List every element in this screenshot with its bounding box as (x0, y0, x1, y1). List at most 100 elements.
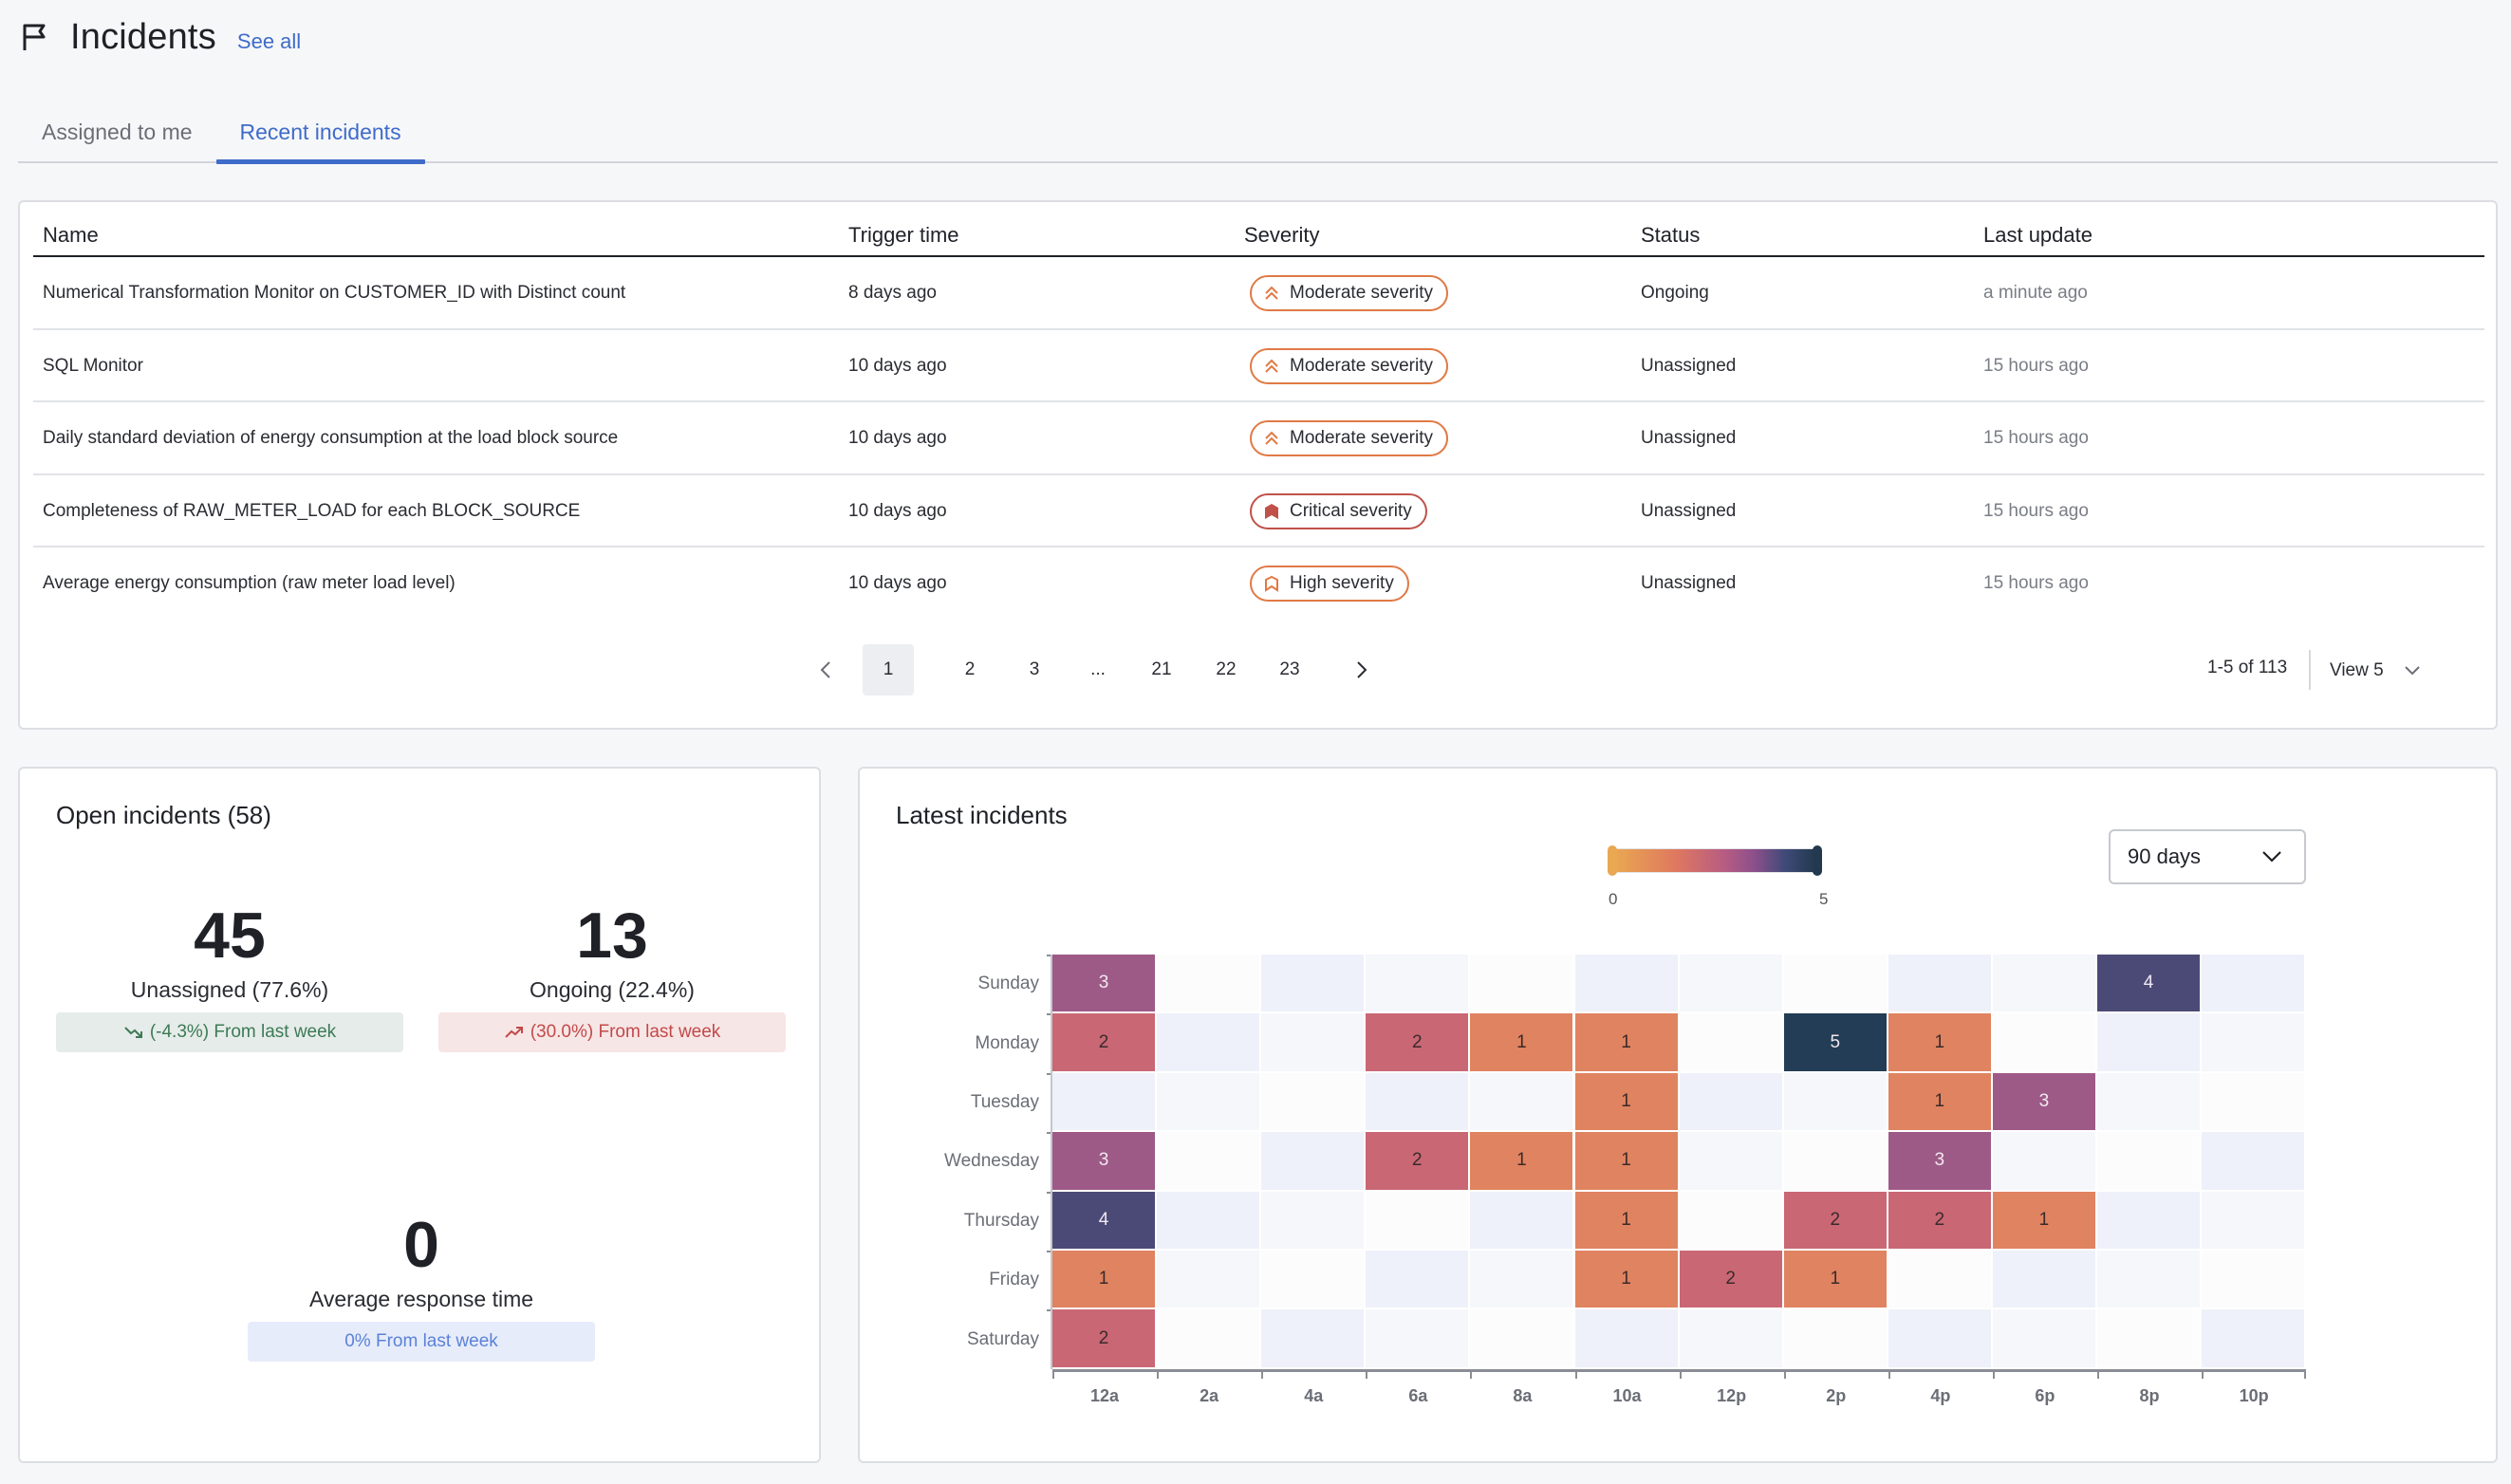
heatmap-empty-cell[interactable] (1679, 955, 1782, 1012)
page-button[interactable]: 23 (1264, 644, 1315, 696)
heatmap-empty-cell[interactable] (1261, 1191, 1365, 1249)
heatmap-cell[interactable]: 1 (1992, 1191, 2095, 1249)
heatmap-empty-cell[interactable] (1992, 955, 2095, 1012)
heatmap-cell[interactable]: 2 (1366, 1132, 1469, 1190)
heatmap-empty-cell[interactable] (1783, 955, 1887, 1012)
heatmap-empty-cell[interactable] (1261, 1072, 1365, 1131)
heatmap-cell[interactable]: 2 (1783, 1191, 1887, 1249)
heatmap-empty-cell[interactable] (1366, 1191, 1469, 1249)
heatmap-empty-cell[interactable] (2202, 955, 2305, 1012)
heatmap-empty-cell[interactable] (1992, 1132, 2095, 1190)
heatmap-empty-cell[interactable] (1679, 1191, 1782, 1249)
heatmap-empty-cell[interactable] (2202, 1013, 2305, 1071)
heatmap-cell[interactable]: 3 (1992, 1072, 2095, 1131)
heatmap-empty-cell[interactable] (1679, 1072, 1782, 1131)
heatmap-empty-cell[interactable] (1052, 1072, 1156, 1131)
page-size-select[interactable]: View 5 (2330, 652, 2420, 690)
table-row[interactable]: Average energy consumption (raw meter lo… (33, 547, 2484, 621)
column-header-last-update[interactable]: Last update (1983, 223, 2092, 248)
heatmap-empty-cell[interactable] (1679, 1309, 1782, 1367)
heatmap-cell[interactable]: 4 (1052, 1191, 1156, 1249)
heatmap-empty-cell[interactable] (2097, 1132, 2201, 1190)
heatmap-empty-cell[interactable] (1888, 955, 1991, 1012)
heatmap-empty-cell[interactable] (1157, 1191, 1260, 1249)
heatmap-empty-cell[interactable] (1574, 1309, 1678, 1367)
heatmap-empty-cell[interactable] (1157, 1132, 1260, 1190)
see-all-link[interactable]: See all (237, 29, 301, 54)
incident-name[interactable]: Completeness of RAW_METER_LOAD for each … (43, 475, 580, 547)
heatmap-cell[interactable]: 5 (1783, 1013, 1887, 1071)
heatmap-empty-cell[interactable] (1157, 1072, 1260, 1131)
heatmap-cell[interactable]: 4 (2097, 955, 2201, 1012)
heatmap-empty-cell[interactable] (1574, 955, 1678, 1012)
heatmap-empty-cell[interactable] (1783, 1309, 1887, 1367)
heatmap-cell[interactable]: 1 (1574, 1251, 1678, 1308)
page-button[interactable]: 21 (1136, 644, 1187, 696)
column-header-name[interactable]: Name (43, 223, 99, 248)
heatmap-cell[interactable]: 1 (1888, 1013, 1991, 1071)
heatmap-cell[interactable]: 1 (1574, 1191, 1678, 1249)
incident-name[interactable]: SQL Monitor (43, 330, 143, 402)
heatmap-cell[interactable]: 1 (1574, 1132, 1678, 1190)
heatmap-cell[interactable]: 2 (1052, 1013, 1156, 1071)
heatmap-empty-cell[interactable] (1679, 1013, 1782, 1071)
heatmap-empty-cell[interactable] (1470, 955, 1573, 1012)
page-button[interactable]: 1 (863, 644, 914, 696)
heatmap-empty-cell[interactable] (1783, 1072, 1887, 1131)
heatmap-empty-cell[interactable] (2097, 1013, 2201, 1071)
heatmap-empty-cell[interactable] (1261, 955, 1365, 1012)
incident-name[interactable]: Daily standard deviation of energy consu… (43, 402, 618, 474)
heatmap-empty-cell[interactable] (1366, 1251, 1469, 1308)
heatmap-empty-cell[interactable] (1679, 1132, 1782, 1190)
heatmap-cell[interactable]: 1 (1574, 1013, 1678, 1071)
incident-name[interactable]: Numerical Transformation Monitor on CUST… (43, 257, 625, 329)
heatmap-cell[interactable]: 3 (1052, 1132, 1156, 1190)
heatmap-cell[interactable]: 1 (1783, 1251, 1887, 1308)
heatmap-empty-cell[interactable] (2202, 1132, 2305, 1190)
heatmap-empty-cell[interactable] (1992, 1309, 2095, 1367)
heatmap-empty-cell[interactable] (1366, 1309, 1469, 1367)
heatmap-empty-cell[interactable] (1470, 1251, 1573, 1308)
heatmap-empty-cell[interactable] (2097, 1072, 2201, 1131)
heatmap-cell[interactable]: 1 (1574, 1072, 1678, 1131)
time-range-select[interactable]: 90 days (2109, 829, 2306, 884)
table-row[interactable]: Completeness of RAW_METER_LOAD for each … (33, 475, 2484, 547)
heatmap-empty-cell[interactable] (1157, 1251, 1260, 1308)
heatmap-cell[interactable]: 1 (1052, 1251, 1156, 1308)
table-row[interactable]: Numerical Transformation Monitor on CUST… (33, 257, 2484, 330)
heatmap-cell[interactable]: 1 (1470, 1013, 1573, 1071)
column-header-severity[interactable]: Severity (1244, 223, 1319, 248)
heatmap-empty-cell[interactable] (2202, 1072, 2305, 1131)
heatmap-empty-cell[interactable] (1261, 1132, 1365, 1190)
heatmap-empty-cell[interactable] (1783, 1132, 1887, 1190)
incident-name[interactable]: Average energy consumption (raw meter lo… (43, 547, 456, 620)
heatmap-empty-cell[interactable] (1157, 1013, 1260, 1071)
heatmap-empty-cell[interactable] (1261, 1013, 1365, 1071)
table-row[interactable]: SQL Monitor 10 days ago Moderate severit… (33, 330, 2484, 402)
tab-assigned-to-me[interactable]: Assigned to me (18, 104, 216, 161)
table-row[interactable]: Daily standard deviation of energy consu… (33, 402, 2484, 475)
heatmap-empty-cell[interactable] (1992, 1251, 2095, 1308)
heatmap-empty-cell[interactable] (1261, 1309, 1365, 1367)
heatmap-cell[interactable]: 3 (1052, 955, 1156, 1012)
heatmap-cell[interactable]: 2 (1052, 1309, 1156, 1367)
heatmap-empty-cell[interactable] (1157, 955, 1260, 1012)
heatmap-empty-cell[interactable] (1888, 1309, 1991, 1367)
heatmap-empty-cell[interactable] (1366, 1072, 1469, 1131)
heatmap-empty-cell[interactable] (1157, 1309, 1260, 1367)
heatmap-empty-cell[interactable] (1261, 1251, 1365, 1308)
heatmap-cell[interactable]: 2 (1888, 1191, 1991, 1249)
heatmap-empty-cell[interactable] (2202, 1251, 2305, 1308)
heatmap-cell[interactable]: 1 (1888, 1072, 1991, 1131)
column-header-trigger-time[interactable]: Trigger time (848, 223, 959, 248)
heatmap-cell[interactable]: 1 (1470, 1132, 1573, 1190)
heatmap-cell[interactable]: 2 (1679, 1251, 1782, 1308)
heatmap-empty-cell[interactable] (1470, 1309, 1573, 1367)
column-header-status[interactable]: Status (1641, 223, 1700, 248)
heatmap-empty-cell[interactable] (1366, 955, 1469, 1012)
heatmap-empty-cell[interactable] (1470, 1072, 1573, 1131)
heatmap-cell[interactable]: 3 (1888, 1132, 1991, 1190)
heatmap-empty-cell[interactable] (2097, 1309, 2201, 1367)
heatmap-empty-cell[interactable] (1470, 1191, 1573, 1249)
heatmap-cell[interactable]: 2 (1366, 1013, 1469, 1071)
